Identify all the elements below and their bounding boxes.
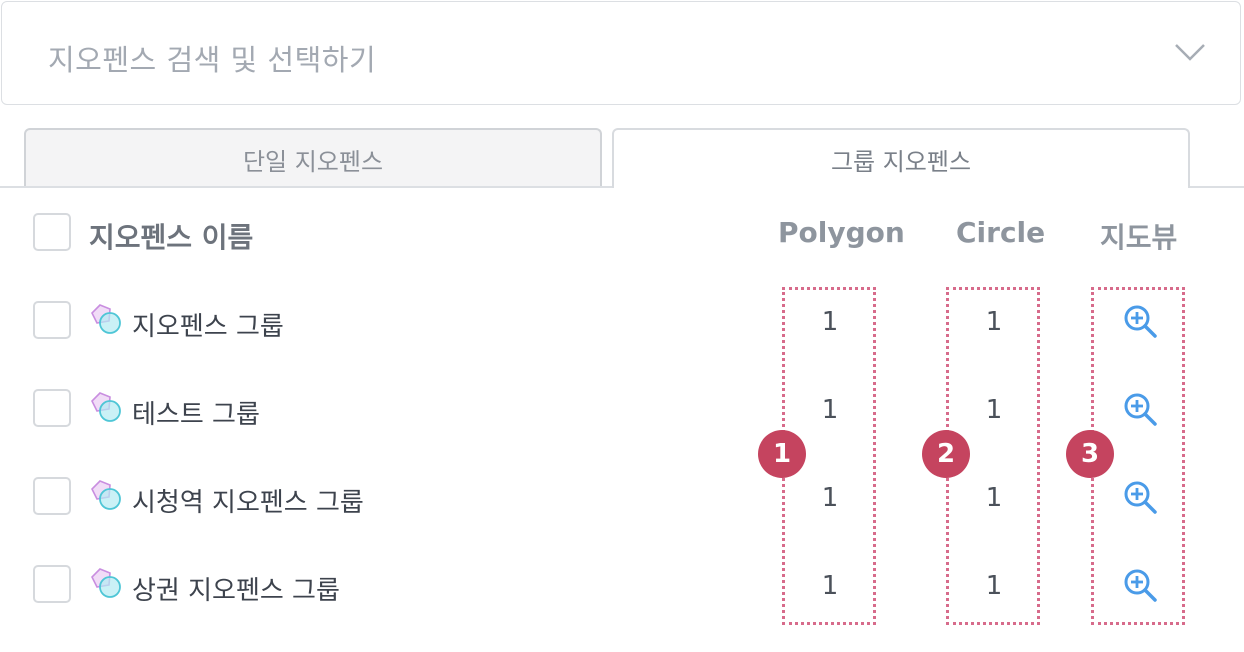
row-checkbox[interactable] <box>33 389 71 427</box>
polygon-circle-group-icon <box>91 480 121 510</box>
geofence-search-select[interactable]: 지오펜스 검색 및 선택하기 <box>1 1 1241 105</box>
annotation-badge-2: 2 <box>922 430 970 478</box>
tab-group-geofence[interactable]: 그룹 지오펜스 <box>612 128 1190 188</box>
polygon-circle-group-icon <box>91 392 121 422</box>
select-all-checkbox[interactable] <box>33 213 71 251</box>
tab-divider <box>1190 186 1244 188</box>
chevron-down-icon[interactable] <box>1174 42 1206 62</box>
header-name: 지오펜스 이름 <box>89 221 254 254</box>
row-checkbox[interactable] <box>33 565 71 603</box>
row-name: 시청역 지오펜스 그룹 <box>132 488 364 518</box>
polygon-circle-group-icon <box>91 304 121 334</box>
header-polygon: Polygon <box>778 216 905 249</box>
annotation-badge-3: 3 <box>1066 430 1114 478</box>
header-map-view: 지도뷰 <box>1100 221 1178 254</box>
annotation-badge-1: 1 <box>758 430 806 478</box>
row-name: 지오펜스 그룹 <box>132 312 284 342</box>
tab-single-geofence[interactable]: 단일 지오펜스 <box>24 128 602 188</box>
tab-divider <box>0 186 612 188</box>
tab-label: 단일 지오펜스 <box>242 147 384 176</box>
tab-label: 그룹 지오펜스 <box>830 147 972 176</box>
row-checkbox[interactable] <box>33 477 71 515</box>
header-circle: Circle <box>956 216 1046 249</box>
row-name: 상권 지오펜스 그룹 <box>132 576 340 606</box>
search-placeholder: 지오펜스 검색 및 선택하기 <box>48 43 377 77</box>
row-checkbox[interactable] <box>33 301 71 339</box>
polygon-circle-group-icon <box>91 568 121 598</box>
row-name: 테스트 그룹 <box>132 400 260 430</box>
